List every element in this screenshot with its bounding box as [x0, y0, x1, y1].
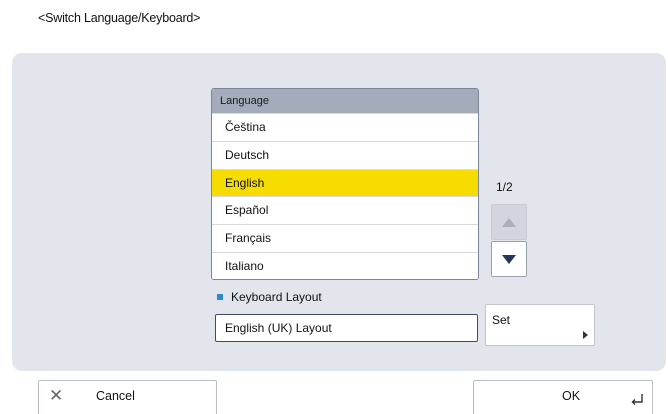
cancel-button-label: Cancel: [96, 389, 135, 403]
keyboard-layout-label-row: Keyboard Layout: [216, 290, 322, 304]
scroll-down-button[interactable]: [491, 241, 527, 277]
set-button[interactable]: Set: [485, 304, 595, 346]
triangle-down-icon: [502, 254, 516, 264]
language-list-header: Language: [212, 89, 478, 113]
caret-right-icon: [583, 331, 588, 339]
scroll-up-button[interactable]: [491, 204, 527, 240]
keyboard-layout-field: English (UK) Layout: [215, 314, 478, 342]
bullet-square-icon: [217, 294, 223, 300]
return-icon: [631, 394, 643, 405]
language-item-deutsch[interactable]: Deutsch: [212, 140, 478, 169]
set-button-label: Set: [492, 313, 511, 327]
ok-button-label: OK: [562, 389, 581, 403]
close-icon: ✕: [49, 386, 64, 405]
keyboard-layout-label: Keyboard Layout: [231, 290, 322, 304]
page-title: <Switch Language/Keyboard>: [38, 11, 201, 25]
language-item-english[interactable]: English: [212, 168, 478, 197]
ok-button[interactable]: OK: [473, 380, 653, 414]
language-list: Language Čeština Deutsch English Español…: [211, 88, 479, 280]
language-item-cestina[interactable]: Čeština: [212, 113, 478, 141]
language-item-italiano[interactable]: Italiano: [212, 251, 478, 279]
triangle-up-icon: [502, 217, 516, 227]
page-indicator: 1/2: [496, 180, 513, 194]
language-item-francais[interactable]: Français: [212, 224, 478, 252]
language-item-espanol[interactable]: Español: [212, 196, 478, 225]
cancel-button[interactable]: ✕ Cancel: [38, 380, 217, 414]
